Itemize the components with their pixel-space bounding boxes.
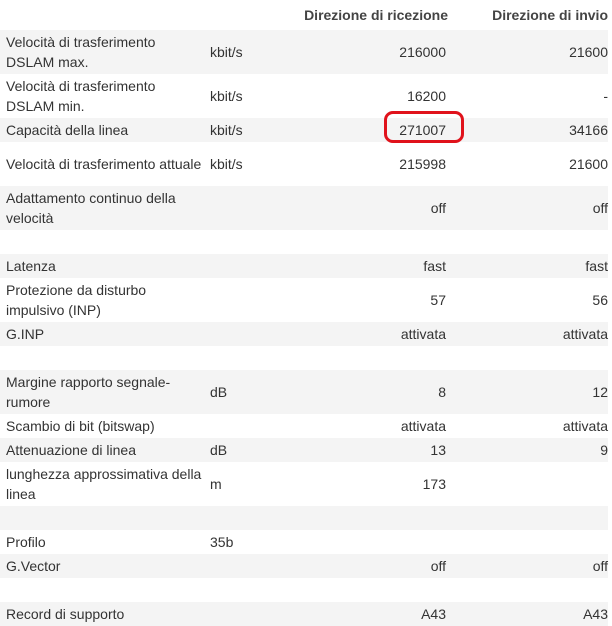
spacer-cell [0, 346, 608, 370]
table-row: lunghezza approssimativa della linea m 1… [0, 462, 608, 506]
header-unit-spacer [206, 0, 266, 30]
row-value-send: 34166 [452, 118, 608, 142]
table-spacer-row [0, 578, 608, 602]
row-unit [206, 278, 266, 322]
row-value-receive [266, 530, 452, 554]
row-value-send: A43 [452, 602, 608, 626]
table-row: Latenza fast fast [0, 254, 608, 278]
row-value-receive: 57 [266, 278, 452, 322]
row-value-receive: 8 [266, 370, 452, 414]
row-label: Record di supporto [0, 602, 206, 626]
table-row: Protezione da disturbo impulsivo (INP) 5… [0, 278, 608, 322]
table-row: Velocità di trasferimento DSLAM min. kbi… [0, 74, 608, 118]
row-value-receive: 216000 [266, 30, 452, 74]
row-value-send [452, 462, 608, 506]
row-unit: m [206, 462, 266, 506]
row-unit [206, 186, 266, 230]
highlight-circle [384, 111, 465, 143]
row-label: Capacità della linea [0, 118, 206, 142]
table-row: G.Vector off off [0, 554, 608, 578]
row-label: Margine rapporto segnale-rumore [0, 370, 206, 414]
row-value-send: off [452, 186, 608, 230]
column-header-send: Direzione di invio [492, 7, 608, 23]
table-row: Record di supporto A43 A43 [0, 602, 608, 626]
row-value-send: 21600 [452, 142, 608, 186]
row-unit: kbit/s [206, 142, 266, 186]
row-value-send: fast [452, 254, 608, 278]
row-unit [206, 602, 266, 626]
row-value-receive: A43 [266, 602, 452, 626]
row-value-send [452, 530, 608, 554]
row-unit [206, 254, 266, 278]
row-value-receive: attivata [266, 322, 452, 346]
row-unit: kbit/s [206, 118, 266, 142]
row-label: Profilo [0, 530, 206, 554]
table-row: G.INP attivata attivata [0, 322, 608, 346]
table-row: Margine rapporto segnale-rumore dB 8 12 [0, 370, 608, 414]
row-unit: kbit/s [206, 30, 266, 74]
row-unit: kbit/s [206, 74, 266, 118]
row-value-receive: off [266, 186, 452, 230]
highlighted-value: 271007 [384, 111, 465, 143]
row-value-receive: 13 [266, 438, 452, 462]
row-label: Attenuazione di linea [0, 438, 206, 462]
row-label: Scambio di bit (bitswap) [0, 414, 206, 438]
spacer-cell [0, 230, 608, 254]
table-spacer-row [0, 346, 608, 370]
row-value-send: off [452, 554, 608, 578]
dsl-info-table: Direzione di ricezione Direzione di invi… [0, 0, 608, 626]
row-label: Velocità di trasferimento DSLAM max. [0, 30, 206, 74]
table-row: Capacità della linea kbit/s 271007 34166 [0, 111, 608, 143]
row-value-receive: fast [266, 254, 452, 278]
row-value-send: 12 [452, 370, 608, 414]
table-row: Profilo 35b [0, 530, 608, 554]
row-label: Velocità di trasferimento attuale [0, 142, 206, 186]
row-unit [206, 414, 266, 438]
row-value-receive: 173 [266, 462, 452, 506]
row-value-send: 56 [452, 278, 608, 322]
table-spacer-row [0, 230, 608, 254]
row-unit [206, 322, 266, 346]
row-unit: dB [206, 370, 266, 414]
row-unit: dB [206, 438, 266, 462]
column-header-receive: Direzione di ricezione [304, 7, 448, 23]
row-value-send: attivata [452, 322, 608, 346]
row-unit: 35b [206, 530, 266, 554]
row-value-receive: 271007 [266, 111, 465, 143]
table-row: Adattamento continuo della velocità off … [0, 186, 608, 230]
row-label: Velocità di trasferimento DSLAM min. [0, 74, 206, 118]
table-row: Velocità di trasferimento DSLAM max. kbi… [0, 30, 608, 74]
table-header-row: Direzione di ricezione Direzione di invi… [0, 0, 608, 30]
spacer-cell [0, 578, 608, 602]
table-row: Velocità di trasferimento attuale kbit/s… [0, 142, 608, 186]
table-spacer-row [0, 506, 608, 530]
row-value-receive: off [266, 554, 452, 578]
row-unit [206, 554, 266, 578]
row-label: Protezione da disturbo impulsivo (INP) [0, 278, 206, 322]
spacer-cell [0, 506, 608, 530]
row-value-send: - [452, 74, 608, 118]
table-row: Scambio di bit (bitswap) attivata attiva… [0, 414, 608, 438]
row-value-send: attivata [452, 414, 608, 438]
table-row: Attenuazione di linea dB 13 9 [0, 438, 608, 462]
row-value-receive: attivata [266, 414, 452, 438]
row-value-send: 9 [452, 438, 608, 462]
header-label-spacer [0, 0, 206, 30]
row-label: Adattamento continuo della velocità [0, 186, 206, 230]
row-label: Latenza [0, 254, 206, 278]
row-value-send: 21600 [452, 30, 608, 74]
row-label: G.Vector [0, 554, 206, 578]
row-label: lunghezza approssimativa della linea [0, 462, 206, 506]
row-label: G.INP [0, 322, 206, 346]
row-value-receive: 215998 [266, 142, 452, 186]
